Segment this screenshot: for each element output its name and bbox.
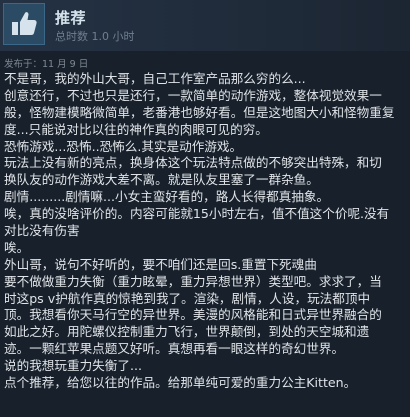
review-line: 唉，真的没啥评价的。内容可能就15小时左右，值不值这个价呢.没有 — [4, 206, 390, 222]
review-line: 换队友的动作游戏大差不离。就是队友里塞了一群杂鱼。 — [4, 172, 319, 188]
review-card: 推荐 总时数 1.0 小时 发布于：11 月 9 日 不是哥，我的外山大哥，自己… — [0, 0, 410, 417]
review-line: 迹。一颗红苹果点题又好听。真想再看一眼这样的奇幻世界。 — [4, 341, 345, 357]
review-line: 不是哥，我的外山大哥，自己工作室产品那么穷的么... — [4, 71, 306, 86]
hours-on-record: 总时数 1.0 小时 — [55, 30, 135, 43]
thumbs-up-glyph — [12, 12, 37, 35]
review-line: 度...只能说对比以往的神作真的肉眼可见的穷。 — [4, 121, 268, 137]
review-line: 点个推荐，给您以往的作品。给那单纯可爱的重力公主Kitten。 — [4, 375, 357, 391]
review-line: 要不做做重力失衡（重力眩晕，重力异想世界）类型吧。求求了，当 — [4, 273, 382, 289]
review-line: 顶。我想看你天马行空的异世界。美漫的风格能和日式异世界融合的 — [4, 307, 382, 323]
review-line: 般，怪物建模略微简单，老番港也够好看。但是这地图大小和怪物重复 — [4, 104, 395, 120]
review-line: 创意还行，不过也只是还行，一款简单的动作游戏，整体视觉效果一 — [4, 87, 382, 103]
review-line: 对比没有伤害 — [4, 223, 80, 239]
review-line: 说的我想玩重力失衡了... — [4, 358, 142, 374]
review-line: 如此之好。用陀螺仪控制重力飞行，世界颠倒，到处的天空城和遗 — [4, 324, 370, 340]
review-header: 推荐 总时数 1.0 小时 — [0, 0, 410, 51]
thumbs-up-icon — [3, 3, 45, 45]
recommendation-title: 推荐 — [55, 9, 87, 27]
review-body: 不是哥，我的外山大哥，自己工作室产品那么穷的么... 创意还行，不过也只是还行，… — [4, 71, 407, 392]
review-line: 唉。 — [4, 239, 30, 255]
review-line: 外山哥，说句不好听的，要不咱们还是回s.重置下死魂曲 — [4, 256, 317, 272]
review-line: 恐怖游戏...恐怖..恐怖么.其实是动作游戏。 — [4, 138, 243, 154]
review-line: 剧情.........剧情嘛...小女主蛮好看的，路人长得都真抽象。 — [4, 189, 330, 205]
review-line: 玩法上没有新的亮点，换身体这个玩法特点做的不够突出特殊，和切 — [4, 155, 382, 171]
posted-date: 发布于：11 月 9 日 — [4, 59, 89, 70]
review-line: 时这ps v护航作真的惊艳到我了。渲染，剧情，人设，玩法都顶中 — [4, 290, 371, 306]
